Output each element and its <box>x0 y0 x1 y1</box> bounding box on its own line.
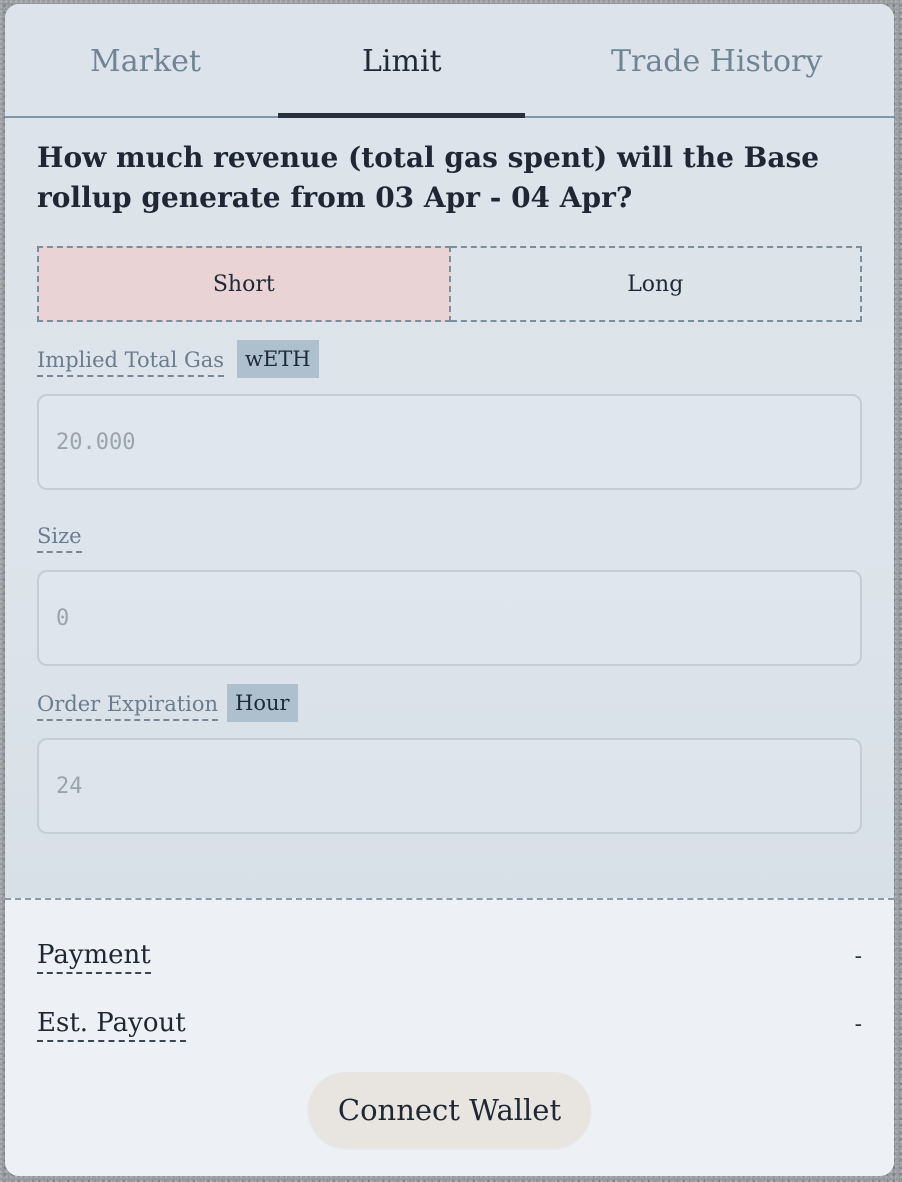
est-payout-label[interactable]: Est. Payout <box>37 1008 186 1042</box>
order-expiration-label[interactable]: Order Expiration <box>37 691 219 721</box>
order-expiration-input[interactable] <box>39 740 860 832</box>
order-summary: Payment - Est. Payout - Connect Wallet <box>5 898 894 1176</box>
payment-label[interactable]: Payment <box>37 940 151 974</box>
long-button[interactable]: Long <box>450 246 862 322</box>
market-question: How much revenue (total gas spent) will … <box>37 141 820 214</box>
trade-panel: Market Limit Trade History How much reve… <box>5 4 894 1176</box>
tab-market[interactable]: Market <box>90 44 201 79</box>
tab-bar: Market Limit Trade History <box>5 4 894 118</box>
tab-limit[interactable]: Limit <box>362 44 442 79</box>
short-button[interactable]: Short <box>37 246 451 322</box>
position-toggle: Short Long <box>37 246 862 322</box>
implied-total-gas-label[interactable]: Implied Total Gas <box>37 347 225 377</box>
size-field[interactable] <box>37 570 862 666</box>
hour-unit-badge: Hour <box>227 684 298 722</box>
active-tab-indicator <box>278 113 525 118</box>
payment-value: - <box>854 944 862 969</box>
order-expiration-field[interactable] <box>37 738 862 834</box>
order-form: Market Limit Trade History How much reve… <box>5 4 894 898</box>
size-label[interactable]: Size <box>37 523 82 553</box>
implied-total-gas-input[interactable] <box>39 396 860 488</box>
wETH-unit-badge: wETH <box>237 340 319 378</box>
connect-wallet-button[interactable]: Connect Wallet <box>308 1072 591 1148</box>
size-input[interactable] <box>39 572 860 664</box>
tab-trade-history[interactable]: Trade History <box>611 44 822 79</box>
est-payout-value: - <box>854 1012 862 1037</box>
implied-total-gas-field[interactable] <box>37 394 862 490</box>
